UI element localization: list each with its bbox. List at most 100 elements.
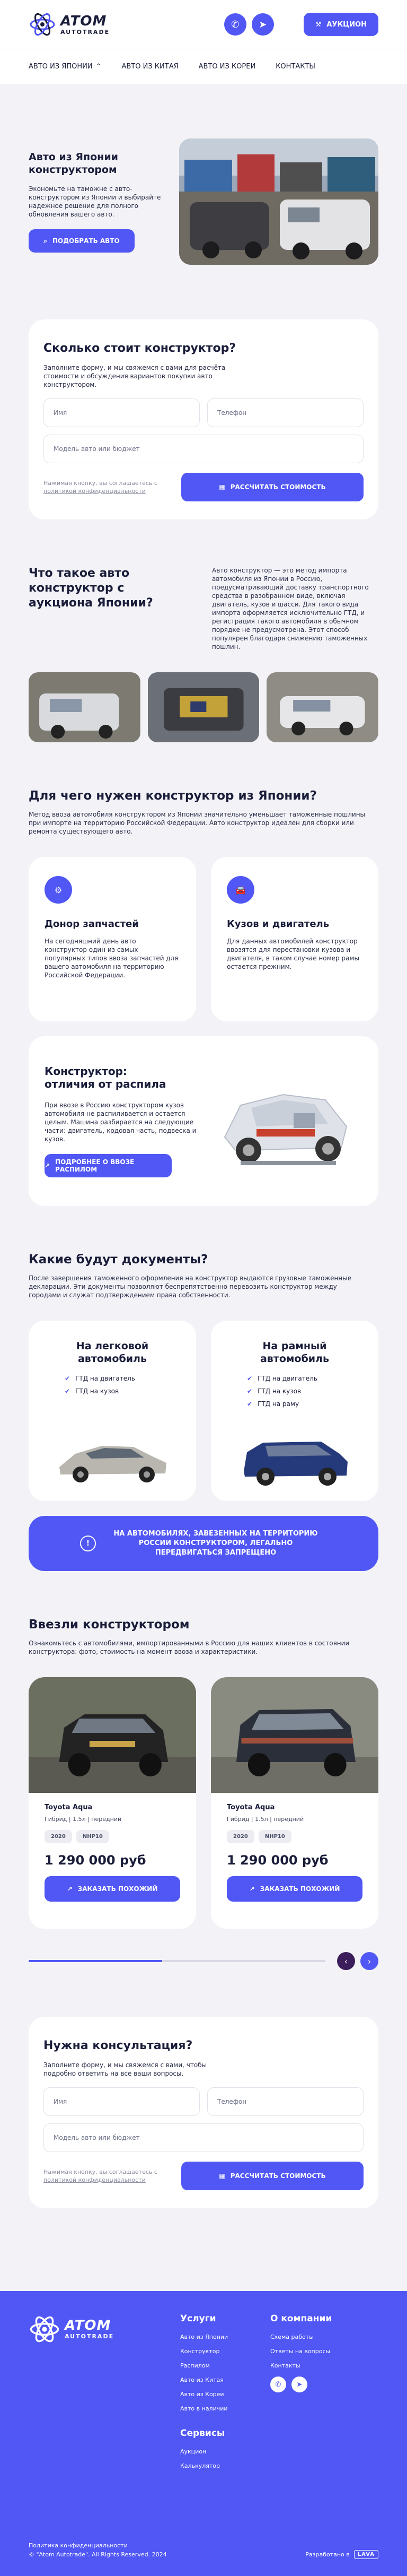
gavel-icon: ⚒ [315, 20, 322, 29]
imported-text: Ознакомьтесь с автомобилями, импортирова… [29, 1640, 350, 1655]
doc-item: ✔ ГТД на кузов [65, 1387, 160, 1395]
footer-link[interactable]: Авто из Китая [180, 2376, 270, 2383]
model-input[interactable]: Модель авто или бюджет [43, 2123, 364, 2152]
imported-section: Ввезли конструктором Ознакомьтесь с авто… [29, 1618, 378, 1656]
slider-next-button[interactable]: › [360, 1952, 378, 1970]
footer-link[interactable]: Конструктор [180, 2348, 270, 2355]
privacy-link[interactable]: политикой конфиденциальности [43, 488, 146, 495]
slider-prev-button[interactable]: ‹ [337, 1952, 355, 1970]
slider-progress [29, 1960, 162, 1962]
car-price: 1 290 000 руб [45, 1853, 146, 1868]
nav-label: АВТО ИЗ КОРЕИ [198, 63, 256, 71]
auction-label: АУКЦИОН [326, 20, 367, 29]
gallery [29, 672, 379, 742]
order-similar-button[interactable]: ↗ ЗАКАЗАТЬ ПОХОЖИЙ [227, 1876, 362, 1902]
hero-title: Авто из Японии конструктором [29, 151, 118, 176]
pick-car-button[interactable]: ⌕ ПОДОБРАТЬ АВТО [29, 229, 135, 253]
gallery-photo [29, 672, 140, 742]
card-text: На сегодняшний день авто конструктор оди… [45, 938, 179, 979]
banner-text: НА АВТОМОБИЛЯХ, ЗАВЕЗЕННЫХ НА ТЕРРИТОРИЮ… [113, 1530, 318, 1557]
car-slider-controls: ‹ › [29, 1952, 378, 1970]
cut-details-button[interactable]: ↗ ПОДРОБНЕЕ О ВВОЗЕ РАСПИЛОМ [45, 1154, 172, 1177]
privacy-policy-link[interactable]: Политика конфиденциальности [29, 2541, 167, 2550]
footer-link[interactable]: Схема работы [270, 2334, 360, 2340]
nav-label: АВТО ИЗ КИТАЯ [121, 63, 179, 71]
consent-text: Нажимая кнопку, вы соглашаетесь с полити… [43, 479, 176, 495]
form-title: Нужна консультация? [43, 2039, 193, 2052]
car-icon: 🚘 [227, 876, 254, 904]
car-photo [211, 1677, 378, 1793]
consent-text: Нажимая кнопку, вы соглашаетесь с полити… [43, 2168, 176, 2184]
auction-button[interactable]: ⚒ АУКЦИОН [303, 13, 378, 36]
hero-section: Авто из Японии конструктором Экономьте н… [29, 131, 378, 273]
services-title: Услуги [180, 2313, 216, 2324]
name-input[interactable]: Имя [43, 398, 200, 427]
footer-link[interactable]: Калькулятор [180, 2462, 270, 2469]
whatsapp-button[interactable]: ✆ [224, 13, 246, 36]
copyright: © "Atom Autotrade". All Rights Reserved.… [29, 2551, 167, 2558]
footer-link[interactable]: Аукцион [180, 2448, 270, 2455]
arrow-up-right-icon: ↗ [249, 1885, 255, 1893]
difference-title: Конструктор: отличия от распила [45, 1065, 204, 1090]
what-title: Что такое авто конструктор с аукциона Яп… [29, 567, 153, 610]
footer-logo[interactable]: ATOM AUTOTRADE [29, 2313, 180, 2477]
nav-item-korea[interactable]: АВТО ИЗ КОРЕИ [199, 63, 256, 71]
consent-prefix: Нажимая кнопку, вы соглашаетесь с [43, 480, 157, 487]
chevron-right-icon: › [367, 1956, 371, 1966]
arrow-up-right-icon: ↗ [67, 1885, 73, 1893]
nav-item-china[interactable]: АВТО ИЗ КИТАЯ [121, 63, 178, 71]
docs-text: После завершения таможенного оформления … [29, 1274, 352, 1299]
brand-sub: AUTOTRADE [60, 28, 110, 36]
nav-label: АВТО ИЗ ЯПОНИИ [29, 63, 93, 71]
search-icon: ⌕ [43, 237, 48, 245]
site-footer: ATOM AUTOTRADE Услуги Авто из Японии Кон… [0, 2291, 407, 2576]
calculate-button[interactable]: ▦ РАССЧИТАТЬ СТОИМОСТЬ [181, 473, 364, 501]
atom-logo-icon [30, 13, 55, 36]
footer-link[interactable]: Авто из Кореи [180, 2391, 270, 2398]
telegram-button[interactable]: ➤ [251, 13, 274, 36]
footer-link[interactable]: Распилом [180, 2362, 270, 2369]
model-input[interactable]: Модель авто или бюджет [43, 435, 364, 463]
developer-credit[interactable]: Разработано в LAVA [305, 2550, 378, 2559]
slider-track[interactable] [29, 1960, 325, 1962]
doc-item-label: ГТД на кузов [75, 1387, 119, 1395]
car-card: Toyota Aqua Гибрид | 1.5л | передний 202… [211, 1677, 378, 1929]
why-section: Для чего нужен конструктор из Японии? Ме… [29, 789, 378, 836]
difference-title-line1: Конструктор: [45, 1065, 127, 1078]
car-card: Toyota Aqua Гибрид | 1.5л | передний 202… [29, 1677, 196, 1929]
doc-item-label: ГТД на раму [258, 1400, 299, 1408]
car-cutaway-image [204, 1057, 362, 1185]
nav-label: КОНТАКТЫ [276, 63, 315, 71]
footer-link[interactable]: Контакты [270, 2362, 360, 2369]
body-tag: NHP10 [76, 1830, 109, 1843]
cost-form: Сколько стоит конструктор? Заполните фор… [29, 319, 378, 519]
car-price: 1 290 000 руб [227, 1853, 329, 1868]
nav-item-contacts[interactable]: КОНТАКТЫ [276, 63, 315, 71]
doc-item-label: ГТД на двигатель [75, 1375, 135, 1382]
site-header: ATOM AUTOTRADE ✆ ➤ ⚒ АУКЦИОН [0, 0, 407, 49]
footer-link[interactable]: Ответы на вопросы [270, 2348, 360, 2355]
pick-car-label: ПОДОБРАТЬ АВТО [52, 237, 120, 245]
phone-input[interactable]: Телефон [207, 2087, 364, 2116]
whatsapp-button[interactable]: ✆ [270, 2376, 286, 2392]
name-input[interactable]: Имя [43, 2087, 200, 2116]
phone-input[interactable]: Телефон [207, 398, 364, 427]
footer-link[interactable]: Авто из Японии [180, 2334, 270, 2340]
privacy-link[interactable]: политикой конфиденциальности [43, 2176, 146, 2183]
developer-label: Разработано в [305, 2551, 350, 2558]
calculate-button[interactable]: ▦ РАССЧИТАТЬ СТОИМОСТЬ [181, 2162, 364, 2190]
chevron-up-icon: ⌃ [95, 63, 102, 71]
chevron-left-icon: ‹ [344, 1956, 348, 1966]
footer-services: Услуги Авто из Японии Конструктор Распил… [180, 2313, 270, 2477]
telegram-button[interactable]: ➤ [291, 2376, 307, 2392]
footer-link[interactable]: Авто в наличии [180, 2405, 270, 2412]
year-tag: 2020 [227, 1830, 254, 1843]
body-engine-card: 🚘 Кузов и двигатель Для данных автомобил… [211, 857, 378, 1021]
why-title: Для чего нужен конструктор из Японии? [29, 789, 317, 803]
car-name: Toyota Aqua [45, 1803, 93, 1811]
order-similar-button[interactable]: ↗ ЗАКАЗАТЬ ПОХОЖИЙ [45, 1876, 180, 1902]
arrow-up-right-icon: ↗ [45, 1162, 50, 1169]
hero-text: Экономьте на таможне с авто-конструкторо… [29, 185, 161, 218]
logo[interactable]: ATOM AUTOTRADE [29, 11, 110, 38]
nav-item-japan[interactable]: АВТО ИЗ ЯПОНИИ ⌃ [29, 63, 101, 71]
